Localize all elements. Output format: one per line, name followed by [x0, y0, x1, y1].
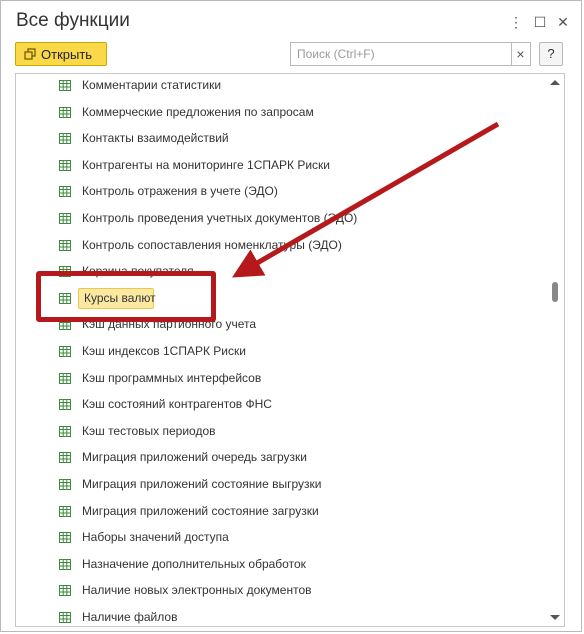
- annotation-arrow: [232, 121, 500, 278]
